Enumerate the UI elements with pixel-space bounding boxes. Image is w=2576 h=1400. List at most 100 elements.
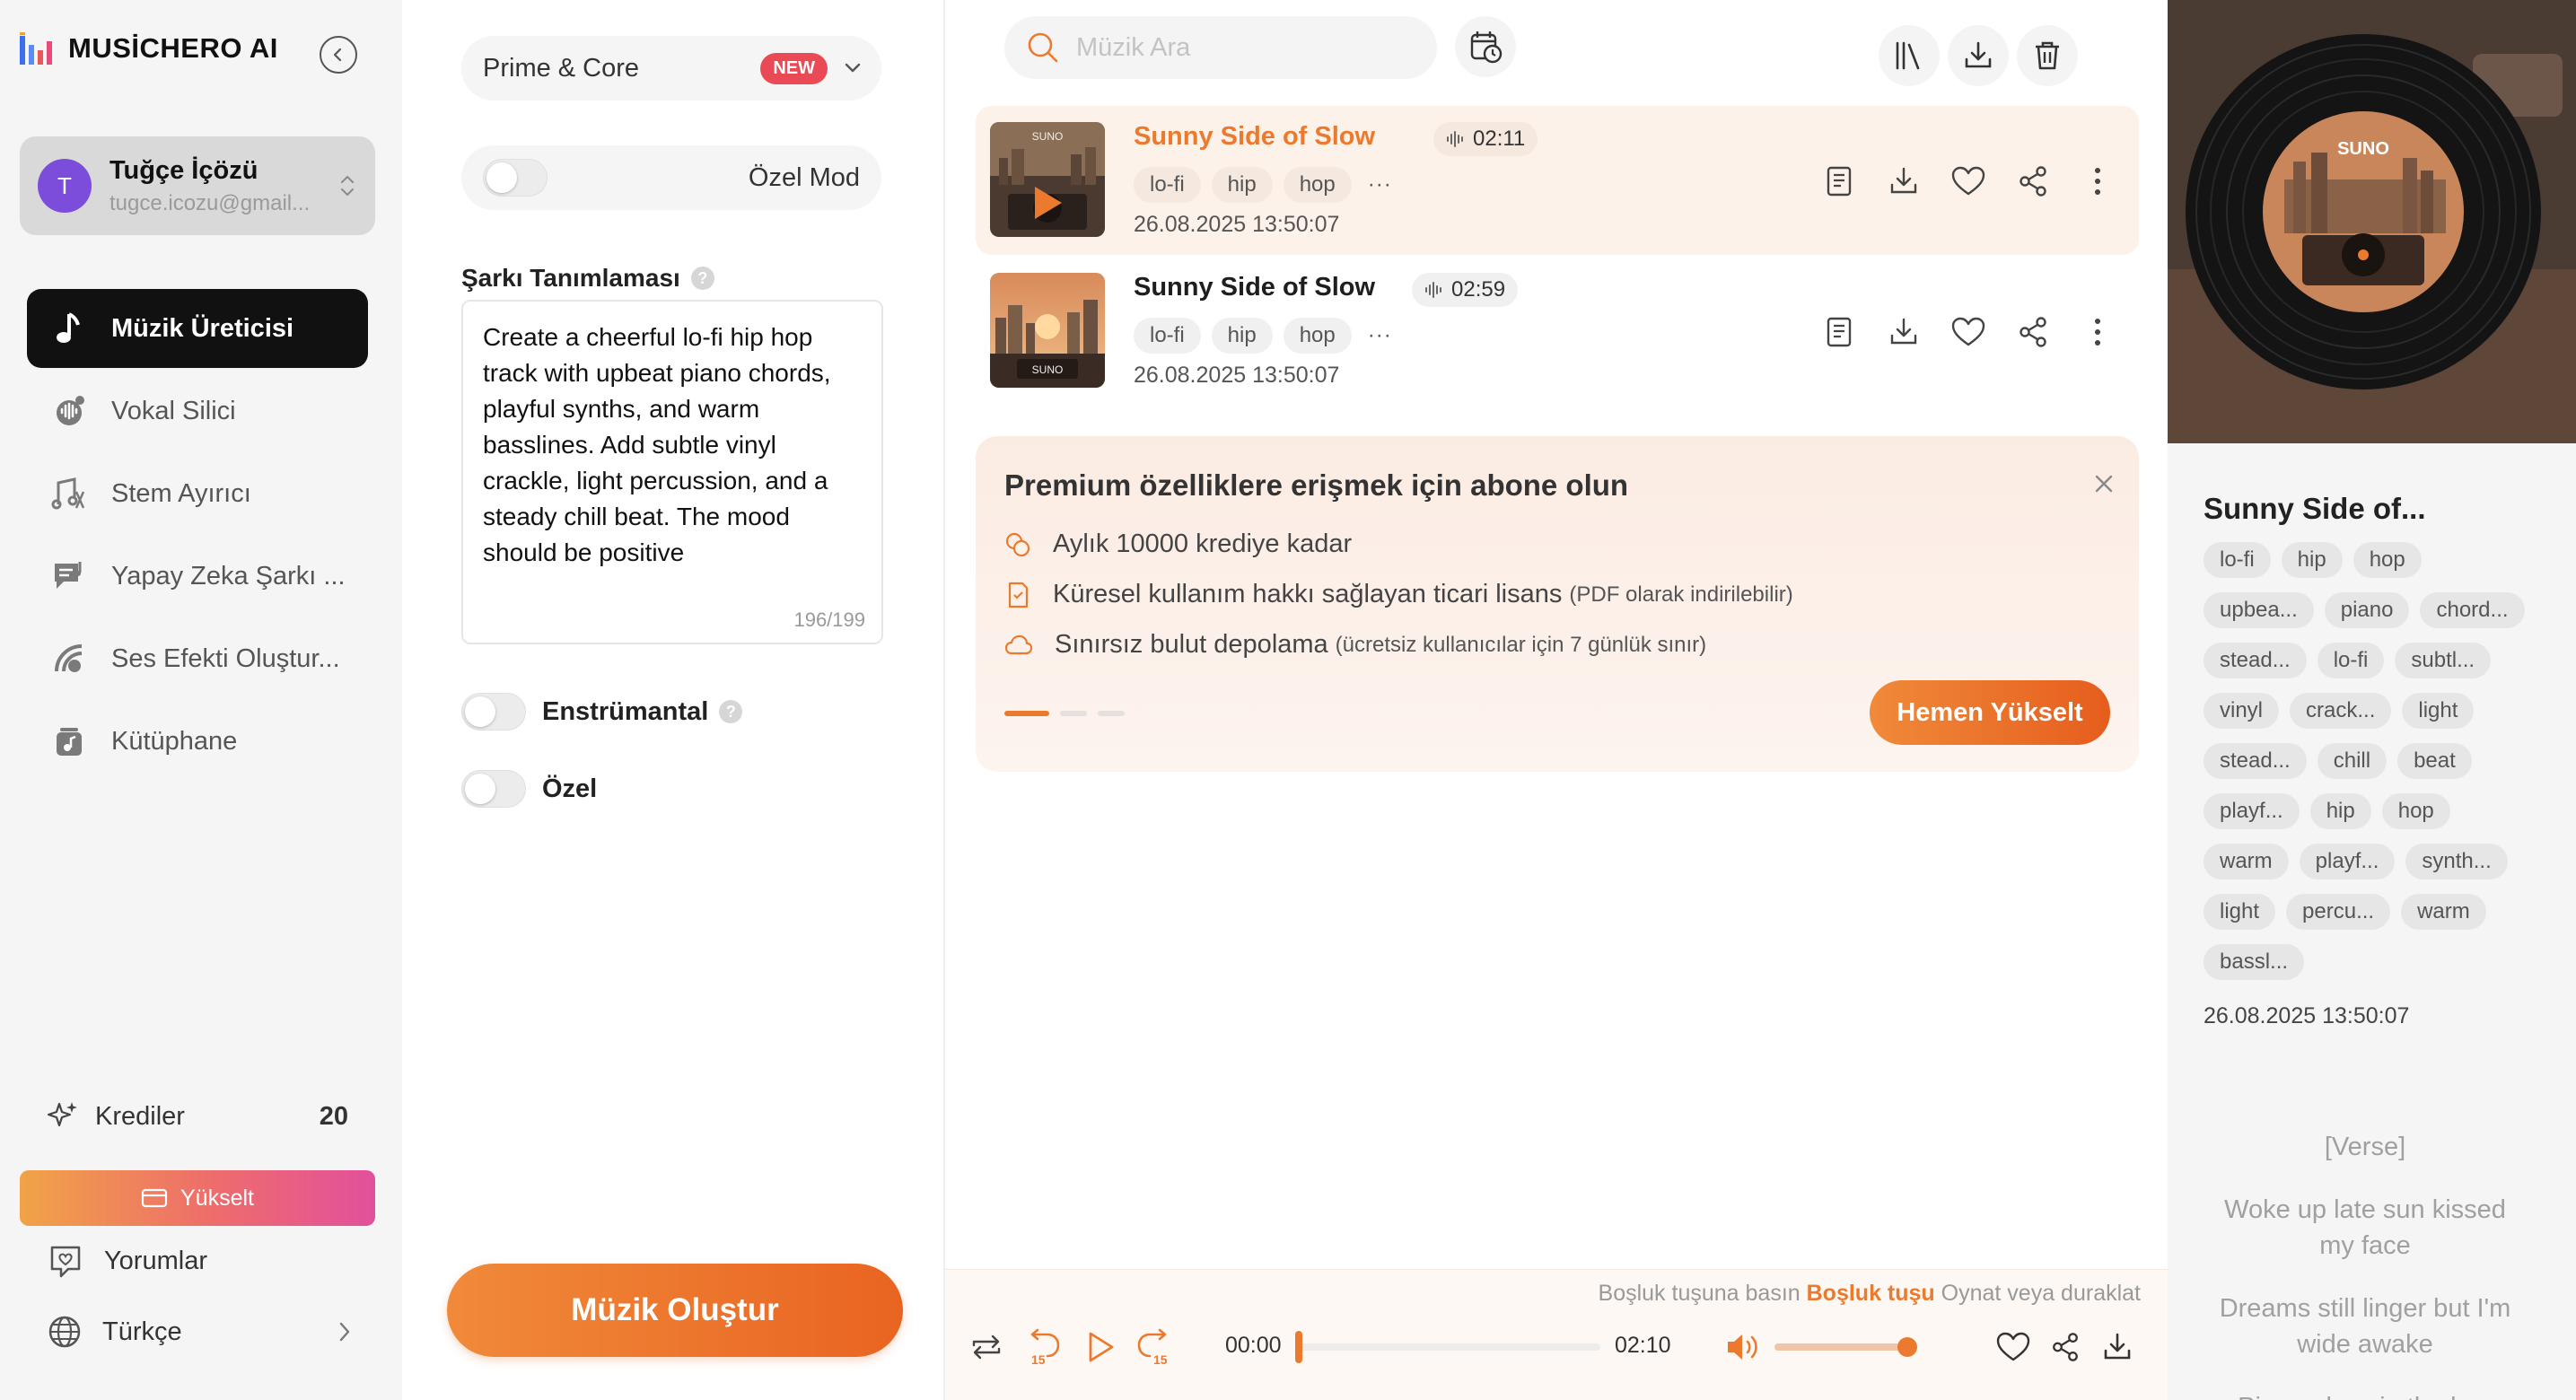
more-options-button[interactable] — [2078, 312, 2117, 352]
nav-item-ai-lyrics[interactable]: Yapay Zeka Şarkı ... — [27, 537, 368, 616]
song-duration: 02:11 — [1433, 122, 1538, 156]
history-button[interactable] — [1455, 16, 1516, 77]
detail-tag[interactable]: chill — [2317, 743, 2388, 779]
player-like-button[interactable] — [1992, 1326, 2035, 1369]
like-button[interactable] — [1949, 162, 1988, 201]
detail-tag[interactable]: upbea... — [2204, 592, 2314, 628]
detail-tag[interactable]: hip — [2309, 793, 2371, 829]
upgrade-now-button[interactable]: Hemen Yükselt — [1870, 680, 2110, 745]
detail-tag[interactable]: hop — [2353, 542, 2422, 578]
nav-item-vocal-remover[interactable]: Vokal Silici — [27, 372, 368, 451]
detail-tag[interactable]: playf... — [2204, 793, 2300, 829]
volume-handle[interactable] — [1897, 1337, 1917, 1357]
create-music-button[interactable]: Müzik Oluştur — [447, 1264, 903, 1357]
tag[interactable]: hop — [1283, 167, 1352, 203]
library-books-icon — [1896, 41, 1920, 70]
close-icon[interactable] — [2094, 474, 2114, 494]
help-icon[interactable]: ? — [719, 700, 743, 723]
detail-tag[interactable]: subtl... — [2395, 643, 2492, 678]
detail-tag[interactable]: lo-fi — [2204, 542, 2271, 578]
language-selector[interactable]: Türkçe — [47, 1314, 352, 1350]
forward-15-button[interactable]: 15 — [1134, 1326, 1177, 1369]
nav-item-stem-splitter[interactable]: Stem Ayırıcı — [27, 454, 368, 533]
tag[interactable]: hip — [1211, 318, 1273, 354]
detail-tag[interactable]: percu... — [2286, 894, 2391, 930]
library-icon — [48, 721, 90, 762]
detail-tag[interactable]: warm — [2204, 844, 2289, 879]
tag[interactable]: lo-fi — [1134, 167, 1201, 203]
progress-slider[interactable] — [1295, 1331, 1600, 1363]
volume-slider[interactable] — [1774, 1337, 1917, 1357]
nav-item-sound-effect[interactable]: Ses Efekti Oluştur... — [27, 619, 368, 698]
private-toggle[interactable] — [461, 770, 526, 808]
like-button[interactable] — [1949, 312, 1988, 352]
logo[interactable]: MUSİCHERO AI — [20, 32, 278, 65]
tag[interactable]: hip — [1211, 167, 1273, 203]
download-button[interactable] — [1884, 162, 1923, 201]
song-description-textarea[interactable]: Create a cheerful lo-fi hip hop track wi… — [461, 300, 883, 644]
logo-text: MUSİCHERO AI — [68, 32, 278, 64]
user-account-switcher[interactable]: T Tuğçe İçözü tugce.icozu@gmail... — [20, 136, 375, 235]
detail-tag[interactable]: light — [2402, 693, 2475, 729]
lyrics-button[interactable] — [1819, 312, 1859, 352]
collapse-sidebar-button[interactable] — [320, 36, 357, 74]
tag[interactable]: lo-fi — [1134, 318, 1201, 354]
detail-tag[interactable]: synth... — [2405, 844, 2508, 879]
song-title[interactable]: Sunny Side of Slow — [1134, 122, 1375, 152]
more-tags[interactable]: ··· — [1368, 323, 1392, 348]
repeat-button[interactable] — [965, 1326, 1008, 1369]
progress-handle[interactable] — [1295, 1331, 1302, 1363]
detail-tag[interactable]: stead... — [2204, 743, 2307, 779]
detail-tag[interactable]: chord... — [2420, 592, 2525, 628]
detail-tag[interactable]: warm — [2401, 894, 2486, 930]
nav-item-library[interactable]: Kütüphane — [27, 702, 368, 781]
share-button[interactable] — [2013, 312, 2053, 352]
detail-tag[interactable]: light — [2204, 894, 2276, 930]
library-view-button[interactable] — [1879, 25, 1940, 86]
detail-tag[interactable]: lo-fi — [2317, 643, 2385, 678]
carousel-dot[interactable] — [1098, 711, 1125, 716]
custom-mode-toggle[interactable] — [483, 159, 548, 197]
upgrade-label: Yükselt — [180, 1185, 254, 1211]
nav-item-music-generator[interactable]: Müzik Üreticisi — [27, 289, 368, 368]
rewind-15-button[interactable]: 15 — [1021, 1326, 1064, 1369]
search-input[interactable] — [1076, 32, 1417, 63]
song-row[interactable]: SUNO Sunny Side of Slow 02:59 lo-fi hip … — [976, 257, 2139, 406]
song-title[interactable]: Sunny Side of Slow — [1134, 273, 1375, 302]
detail-tag[interactable]: piano — [2324, 592, 2410, 628]
carousel-dot[interactable] — [1060, 711, 1087, 716]
player-download-button[interactable] — [2096, 1326, 2139, 1369]
more-options-button[interactable] — [2078, 162, 2117, 201]
more-tags[interactable]: ··· — [1368, 172, 1392, 197]
calendar-clock-icon — [1470, 31, 1503, 64]
detail-tag[interactable]: beat — [2397, 743, 2472, 779]
tag[interactable]: hop — [1283, 318, 1352, 354]
delete-button[interactable] — [2017, 25, 2078, 86]
download-all-button[interactable] — [1948, 25, 2009, 86]
model-select[interactable]: Prime & Core NEW — [461, 36, 881, 101]
share-button[interactable] — [2013, 162, 2053, 201]
play-button[interactable] — [1078, 1326, 1121, 1369]
detail-tag[interactable]: bassl... — [2204, 944, 2305, 980]
song-cover-image[interactable]: SUNO — [990, 273, 1105, 388]
svg-text:SUNO: SUNO — [2337, 139, 2389, 159]
download-button[interactable] — [1884, 312, 1923, 352]
feedback-link[interactable]: Yorumlar — [47, 1242, 352, 1280]
upgrade-button[interactable]: Yükselt — [20, 1170, 375, 1226]
player-share-button[interactable] — [2044, 1326, 2087, 1369]
song-row[interactable]: SUNO Sunny Side of Slow 02:11 lo-fi hip … — [976, 106, 2139, 255]
detail-tag[interactable]: vinyl — [2204, 693, 2280, 729]
mute-button[interactable] — [1721, 1326, 1764, 1369]
detail-tag[interactable]: stead... — [2204, 643, 2307, 678]
detail-tag[interactable]: playf... — [2299, 844, 2396, 879]
instrumental-toggle[interactable] — [461, 693, 526, 731]
carousel-dot[interactable] — [1004, 711, 1049, 716]
detail-tag[interactable]: hip — [2281, 542, 2343, 578]
generator-form: Prime & Core NEW Özel Mod Şarkı Tanımlam… — [402, 0, 945, 1400]
detail-tag[interactable]: hop — [2381, 793, 2450, 829]
lyrics-button[interactable] — [1819, 162, 1859, 201]
detail-tag[interactable]: crack... — [2290, 693, 2392, 729]
stem-splitter-icon — [48, 473, 90, 514]
song-cover-image[interactable]: SUNO — [990, 122, 1105, 237]
help-icon[interactable]: ? — [690, 267, 714, 290]
